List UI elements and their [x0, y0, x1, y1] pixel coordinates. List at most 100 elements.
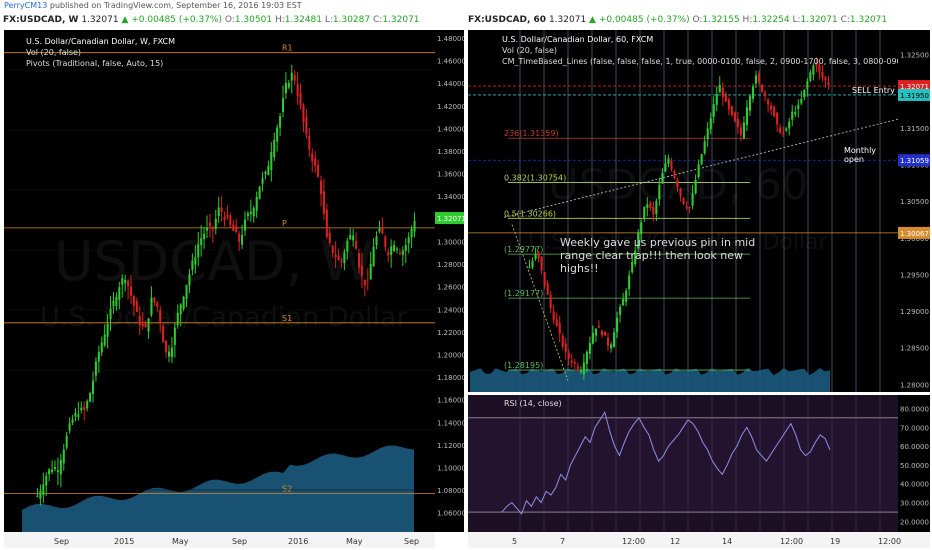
hourly-candle — [649, 202, 652, 209]
weekly-time-axis[interactable]: Sep 2015 May Sep 2016 May Sep — [4, 532, 435, 548]
weekly-candle — [220, 208, 223, 212]
right-price: 1.32071 — [548, 15, 587, 25]
right-low: 1.32071 — [800, 15, 838, 25]
weekly-candle — [311, 153, 314, 162]
fib-label: (1.29177) — [504, 289, 543, 298]
weekly-candle — [355, 240, 358, 249]
hourly-candle — [691, 193, 694, 206]
hourly-candle — [688, 207, 691, 209]
weekly-candle — [89, 392, 92, 402]
weekly-volume-area — [22, 445, 414, 532]
hourly-x-tick: 19 — [830, 537, 840, 546]
hourly-candle — [573, 361, 576, 364]
weekly-candle — [337, 255, 340, 260]
rsi-axis[interactable]: 80.0000 70.0000 60.0000 50.0000 40.0000 30.00… — [898, 395, 930, 532]
weekly-candle — [94, 361, 97, 376]
weekly-candle — [226, 214, 229, 218]
weekly-candle — [36, 495, 39, 497]
weekly-candle — [317, 164, 320, 177]
hourly-candle — [567, 352, 570, 359]
fib-label: (1.28195) — [504, 361, 543, 370]
hourly-candle — [770, 105, 773, 110]
hourly-candle — [549, 294, 552, 309]
hourly-candle — [652, 206, 655, 215]
hourly-candle — [745, 107, 749, 126]
hourly-candle — [546, 283, 549, 295]
weekly-candle — [372, 246, 375, 267]
hourly-y-tick: 1.29000 — [900, 308, 929, 316]
hourly-candle — [628, 275, 631, 290]
weekly-candle — [208, 222, 211, 227]
trade-annotation: Weekly gave us previous pin in mid range… — [560, 236, 756, 275]
hourly-chart-panel[interactable]: USDCAD, 60 U.S. Dollar/Canadian Dollar 2… — [468, 30, 898, 392]
hourly-candle — [806, 81, 809, 89]
weekly-candle — [153, 297, 156, 303]
hourly-candle — [773, 106, 776, 116]
rsi-panel[interactable]: RSI (14, close) — [468, 395, 898, 532]
weekly-y-tick: 1.06000 — [437, 510, 464, 518]
hourly-candle — [791, 111, 794, 120]
weekly-candle — [135, 301, 138, 312]
hourly-candle — [561, 335, 564, 347]
weekly-candle — [328, 232, 331, 243]
hourly-candle — [767, 99, 770, 105]
weekly-candle — [375, 236, 378, 246]
left-quote-bar: FX:USDCAD, W 1.32071 ▲ +0.00485 (+0.37%)… — [3, 15, 420, 25]
right-quote-bar: FX:USDCAD, 60 1.32071 ▲ +0.00485 (+0.37%… — [468, 15, 888, 25]
weekly-candle — [249, 211, 252, 215]
weekly-candle — [77, 414, 80, 418]
hourly-candle — [800, 99, 803, 104]
hourly-candle — [676, 180, 679, 188]
hourly-candle — [730, 106, 733, 115]
hourly-candle — [594, 328, 598, 336]
pivot-label-s1: S1 — [282, 314, 292, 323]
weekly-candle — [352, 235, 355, 241]
right-close: 1.32071 — [849, 15, 888, 25]
weekly-y-tick: 1.38000 — [437, 148, 464, 156]
weekly-candle — [346, 240, 349, 252]
monthly-open-label: Monthly open — [844, 146, 877, 164]
weekly-candle — [48, 469, 51, 475]
weekly-candle — [258, 186, 261, 199]
left-symbol: FX:USDCAD, W — [3, 15, 79, 25]
hourly-candle — [585, 351, 588, 365]
weekly-candle — [252, 208, 255, 217]
weekly-candle — [223, 216, 226, 221]
hourly-candle — [622, 299, 625, 306]
rsi-y-ticks: 80.0000 70.0000 60.0000 50.0000 40.0000 30.00… — [900, 406, 929, 527]
author-link[interactable]: PerryCM13 — [4, 1, 47, 10]
sell-entry-label: SELL Entry — [852, 86, 895, 95]
weekly-candle — [363, 279, 366, 286]
hourly-x-ticks: 5 7 12:00 12 14 12:00 19 12:00 — [512, 537, 901, 546]
weekly-candles: R1 P S1 S2 — [4, 44, 435, 532]
weekly-candle — [279, 116, 282, 128]
weekly-price-axis[interactable]: 1.48000 1.46000 1.44000 1.42000 1.40000 1.380… — [435, 30, 464, 532]
hourly-title: U.S. Dollar/Canadian Dollar, 60, FXCM — [502, 35, 654, 44]
hourly-candle — [597, 325, 601, 328]
hourly-candle — [760, 84, 764, 92]
hourly-candle — [803, 89, 806, 98]
weekly-y-tick: 1.40000 — [437, 125, 464, 133]
weekly-candle — [167, 351, 171, 357]
weekly-x-tick: May — [172, 537, 189, 546]
hourly-candle — [785, 128, 788, 131]
weekly-candle — [147, 318, 150, 332]
hourly-vol: Vol (20, false) — [502, 46, 558, 55]
hourly-x-tick: 12 — [670, 537, 680, 546]
fib-label: 0.5(1.30266) — [504, 209, 556, 218]
rsi-y-tick: 40.0000 — [900, 481, 929, 489]
hourly-price-axis[interactable]: 1.325001.320001.315001.310001.305001.300… — [898, 30, 930, 392]
hourly-time-axis[interactable]: 5 7 12:00 12 14 12:00 19 12:00 — [468, 532, 930, 548]
weekly-candle — [281, 98, 285, 112]
hourly-y-ticks: 1.325001.320001.315001.310001.305001.300… — [898, 52, 930, 389]
weekly-candle — [170, 347, 173, 357]
weekly-y-tick: 1.46000 — [437, 58, 464, 66]
weekly-chart-panel[interactable]: USDCAD, W U.S. Dollar/Canadian Dollar R1… — [4, 30, 435, 532]
hourly-candle — [613, 332, 616, 348]
hourly-candle — [727, 99, 730, 110]
rsi-legend: RSI (14, close) — [504, 399, 562, 408]
weekly-candle — [305, 117, 308, 134]
weekly-candle — [156, 302, 159, 308]
hourly-y-tick: 1.28500 — [900, 345, 929, 353]
left-close: 1.32071 — [382, 15, 420, 25]
